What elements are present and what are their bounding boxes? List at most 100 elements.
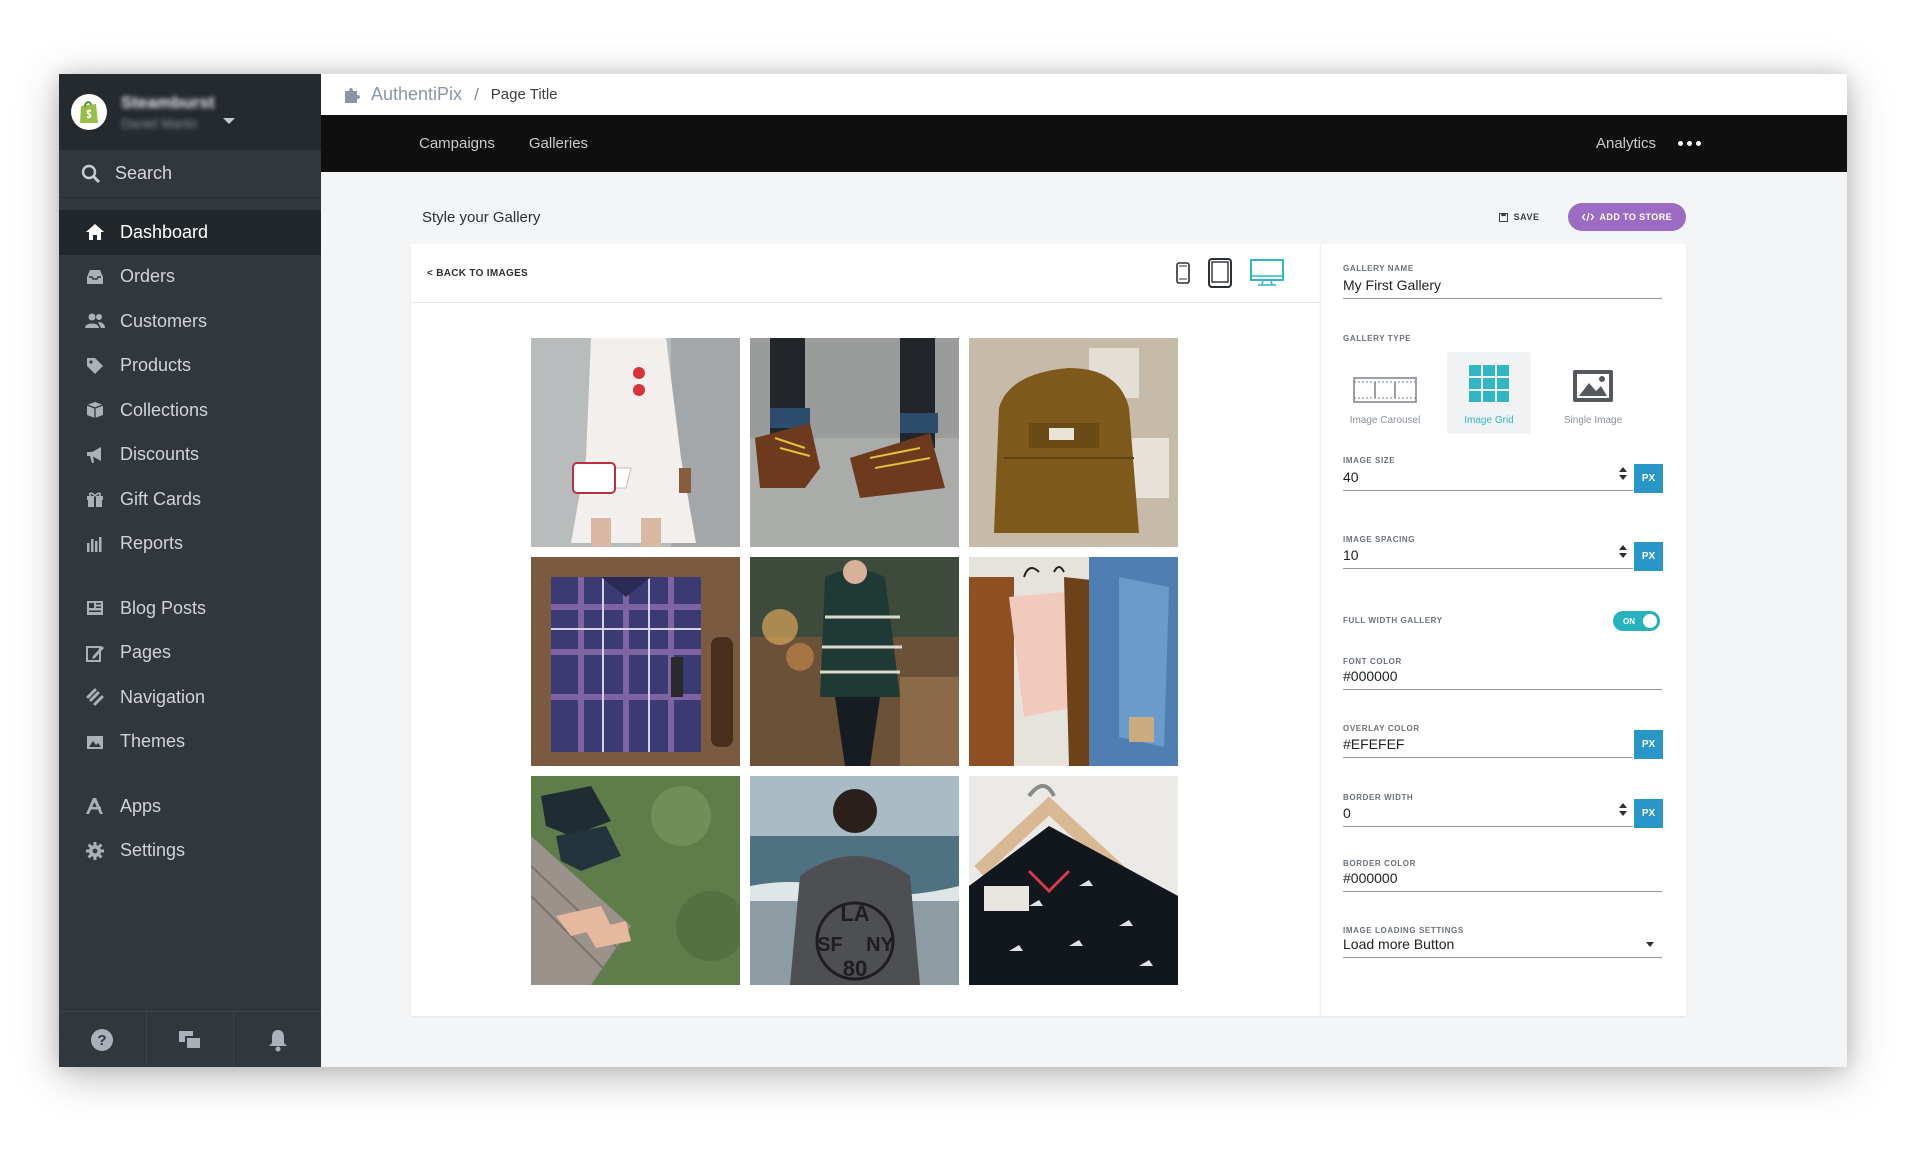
gallery-image-hanger-shirt[interactable] [969, 776, 1178, 985]
sidebar-item-navigation[interactable]: Navigation [59, 675, 321, 720]
bell-icon [268, 1029, 287, 1051]
image-size-unit[interactable]: PX [1634, 464, 1663, 493]
sidebar-item-label: Themes [120, 731, 186, 752]
border-width-value: 0 [1343, 804, 1351, 821]
store-name: Steamburst [121, 93, 215, 112]
sidebar-item-label: Collections [120, 399, 209, 420]
overlay-color-input[interactable]: #EFEFEF [1343, 730, 1633, 758]
overlay-color-unit[interactable]: PX [1634, 730, 1663, 759]
breadcrumb-app[interactable]: AuthentiPix [343, 84, 462, 105]
notifications-button[interactable] [234, 1012, 321, 1067]
font-color-input[interactable]: #000000 [1343, 662, 1662, 690]
stepper-icon[interactable] [1619, 803, 1627, 816]
stepper-icon[interactable] [1619, 467, 1627, 480]
stepper-icon[interactable] [1619, 545, 1627, 558]
loading-settings-value: Load more Button [1343, 935, 1455, 952]
add-to-store-button[interactable]: ADD TO STORE [1567, 203, 1686, 231]
add-to-store-label: ADD TO STORE [1599, 212, 1672, 222]
type-image-grid[interactable]: Image Grid [1447, 352, 1531, 434]
sidebar-item-blog-posts[interactable]: Blog Posts [59, 586, 321, 631]
sidebar-item-label: Customers [120, 310, 208, 331]
tablet-icon[interactable] [1208, 258, 1232, 288]
gallery-image-plaid-shirt[interactable] [531, 557, 740, 766]
tab-galleries[interactable]: Galleries [529, 135, 588, 152]
sidebar-footer: ? [59, 1011, 321, 1067]
sidebar-item-orders[interactable]: Orders [59, 255, 321, 300]
grid-icon [1469, 365, 1509, 402]
gear-icon [84, 840, 106, 862]
inbox-icon [84, 266, 106, 288]
app-window: Steamburst Daniel Martin Search Dashboar… [59, 74, 1847, 1067]
sidebar-item-label: Discounts [120, 444, 200, 465]
border-width-input[interactable]: 0 [1343, 799, 1633, 827]
device-switcher [1176, 258, 1284, 288]
sidebar-item-themes[interactable]: Themes [59, 720, 321, 765]
switch-store-button[interactable] [147, 1012, 235, 1067]
gallery-image-hoodie[interactable]: LA SF NY 80 [750, 776, 959, 985]
toggle-knob [1643, 614, 1657, 628]
image-spacing-input[interactable]: 10 [1343, 541, 1633, 569]
breadcrumb-separator: / [474, 84, 479, 104]
sidebar-item-label: Orders [120, 266, 176, 287]
gallery-image-shoes[interactable] [531, 776, 740, 985]
sidebar-item-reports[interactable]: Reports [59, 522, 321, 567]
more-icon[interactable] [1678, 141, 1701, 146]
breadcrumb-bar: AuthentiPix / Page Title [321, 74, 1847, 115]
sidebar-item-label: Gift Cards [120, 488, 202, 509]
puzzle-icon [345, 87, 360, 103]
tab-campaigns[interactable]: Campaigns [419, 135, 495, 152]
chevron-down-icon [1646, 942, 1654, 947]
type-label: Image Carousel [1349, 415, 1421, 426]
bar-chart-icon [84, 533, 106, 555]
store-user: Daniel Martin [121, 116, 198, 131]
svg-text:?: ? [98, 1032, 107, 1049]
sidebar-item-label: Reports [120, 533, 184, 554]
search-icon [81, 164, 101, 183]
help-button[interactable]: ? [59, 1012, 147, 1067]
type-single-image[interactable]: Single Image [1551, 352, 1635, 434]
gallery-type-selector: Image Carousel Image Grid Single Image [1343, 352, 1635, 434]
sidebar-item-collections[interactable]: Collections [59, 388, 321, 433]
tab-analytics[interactable]: Analytics [1596, 135, 1656, 152]
search-label: Search [115, 163, 173, 183]
gallery-type-label: GALLERY TYPE [1343, 334, 1412, 343]
type-image-carousel[interactable]: Image Carousel [1343, 352, 1427, 434]
gallery-image-clothes-rack[interactable] [969, 557, 1178, 766]
carousel-icon [1353, 377, 1417, 403]
sidebar-item-pages[interactable]: Pages [59, 631, 321, 676]
mobile-icon[interactable] [1176, 262, 1190, 284]
loading-settings-select[interactable]: Load more Button [1343, 930, 1662, 958]
sidebar-item-gift-cards[interactable]: Gift Cards [59, 477, 321, 522]
chevron-down-icon[interactable] [222, 118, 235, 124]
image-size-input[interactable]: 40 [1343, 463, 1633, 491]
sidebar-item-apps[interactable]: Apps [59, 784, 321, 829]
svg-text:NY: NY [866, 934, 894, 956]
svg-text:80: 80 [843, 956, 867, 981]
gallery-name-input[interactable]: My First Gallery [1343, 271, 1662, 299]
full-width-toggle[interactable]: ON [1613, 611, 1660, 631]
image-spacing-unit[interactable]: PX [1634, 542, 1663, 571]
border-color-input[interactable]: #000000 [1343, 864, 1662, 892]
gallery-image-sweater[interactable] [750, 557, 959, 766]
sidebar-search[interactable]: Search [59, 150, 321, 198]
gallery-image-boots[interactable] [750, 338, 959, 547]
sidebar-item-customers[interactable]: Customers [59, 299, 321, 344]
gallery-preview: < BACK TO IMAGES LA SF NY 80 [411, 244, 1320, 1016]
sidebar-item-dashboard[interactable]: Dashboard [59, 210, 321, 255]
megaphone-icon [84, 444, 106, 466]
gallery-image-backpack[interactable] [969, 338, 1178, 547]
desktop-icon[interactable] [1250, 259, 1284, 287]
brand-name: AuthentiPix [371, 84, 463, 104]
newspaper-icon [84, 597, 106, 619]
sidebar-item-label: Dashboard [120, 221, 209, 242]
sidebar-item-products[interactable]: Products [59, 344, 321, 389]
sidebar-item-discounts[interactable]: Discounts [59, 433, 321, 478]
sidebar-item-settings[interactable]: Settings [59, 829, 321, 874]
border-width-unit[interactable]: PX [1634, 799, 1663, 828]
back-to-images-link[interactable]: < BACK TO IMAGES [427, 268, 528, 279]
save-button[interactable]: SAVE [1498, 212, 1540, 222]
gallery-image-dress[interactable] [531, 338, 740, 547]
store-switcher[interactable]: Steamburst Daniel Martin [59, 74, 321, 150]
sidebar-item-label: Settings [120, 840, 186, 861]
page-header: Style your Gallery SAVE ADD TO STORE [422, 202, 1686, 232]
